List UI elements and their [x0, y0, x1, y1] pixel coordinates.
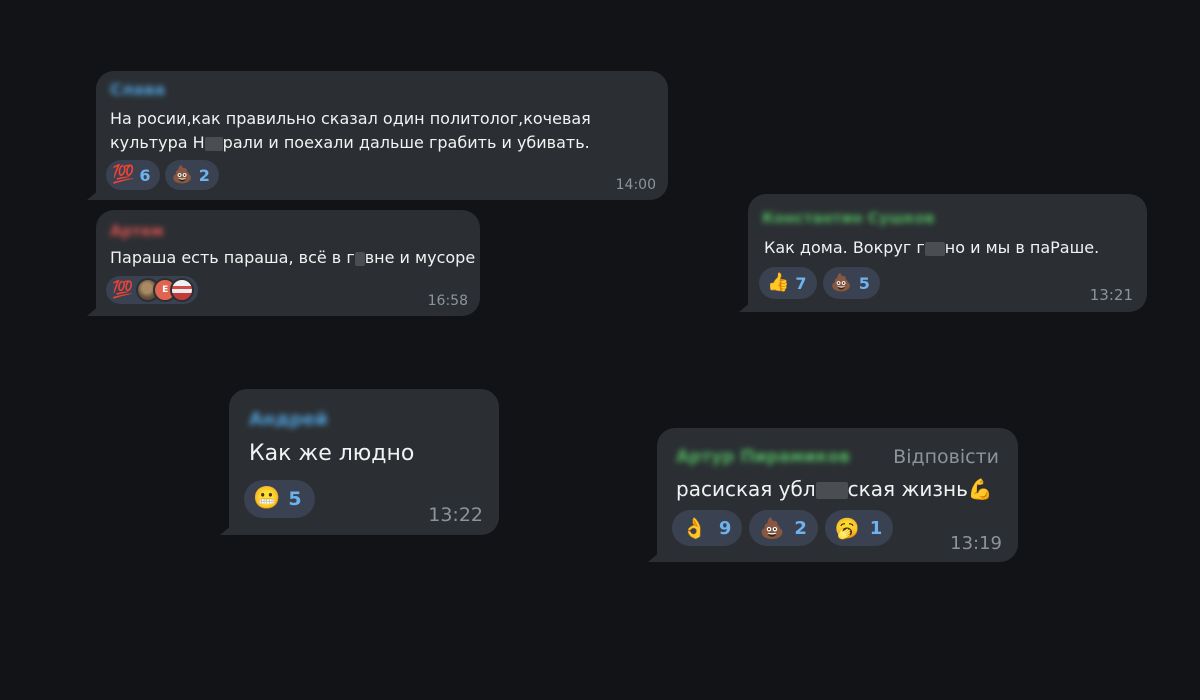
text-fragment: расиская убл [676, 477, 816, 501]
reaction-yawning[interactable]: 🥱 1 [824, 510, 894, 546]
reactions-bar: 💯 6 💩 2 [106, 160, 219, 190]
grimacing-face-icon: 😬 [253, 486, 281, 511]
reaction-count: 7 [795, 273, 807, 293]
message-text: Как же людно [249, 441, 415, 466]
bubble-tail [739, 302, 751, 312]
text-fragment: культура Н [110, 133, 205, 152]
message-time: 13:22 [428, 504, 483, 526]
reaction-hundred-with-avatars[interactable]: 💯 E [106, 276, 199, 304]
message-text: Как дома. Вокруг г но и мы в паРаше. [764, 238, 1099, 257]
reaction-hundred[interactable]: 💯 6 [106, 160, 160, 190]
pile-of-poo-icon: 💩 [759, 516, 785, 540]
pile-of-poo-icon: 💩 [830, 272, 852, 293]
bubble-tail [648, 552, 660, 562]
message-text: Параша есть параша, всё в г вне и мусоре [110, 248, 475, 267]
sender-name[interactable]: Слава [110, 80, 165, 99]
sender-name[interactable]: Артем [110, 222, 163, 240]
redaction-box [354, 251, 365, 266]
pile-of-poo-icon: 💩 [171, 164, 193, 185]
bubble-tail [87, 190, 99, 200]
reaction-count: 6 [139, 165, 151, 185]
bubble-tail [220, 525, 232, 535]
reactions-bar: 👌 9 💩 2 🥱 1 [672, 510, 894, 546]
text-fragment: Параша есть параша, всё в г [110, 248, 355, 267]
text-fragment: но и мы в паРаше. [944, 238, 1100, 257]
text-fragment: ская жизнь [847, 477, 968, 501]
message-bubble-slava[interactable]: Слава На росии,как правильно сказал один… [87, 71, 668, 200]
hundred-points-icon: 💯 [112, 164, 135, 185]
message-text: расиская убл ская жизнь💪 [676, 477, 993, 501]
reaction-poo[interactable]: 💩 2 [749, 510, 818, 546]
bubble-tail [87, 306, 99, 316]
redaction-box [204, 136, 223, 151]
thumbs-up-icon: 👍 [767, 272, 790, 293]
yawning-face-icon: 🥱 [834, 516, 860, 540]
message-bubble-andrey[interactable]: Андрей Как же людно 😬 5 13:22 [220, 389, 499, 535]
sender-name[interactable]: Константин Сушков [762, 209, 935, 227]
chat-screenshot-canvas: Слава На росии,как правильно сказал один… [0, 0, 1200, 700]
sender-name[interactable]: Артур Пирамиков [676, 447, 850, 467]
reaction-poo[interactable]: 💩 5 [822, 267, 880, 299]
message-text-line-2: культура Н рали и поехали дальше грабить … [110, 133, 590, 152]
reactions-bar: 😬 5 [244, 480, 315, 518]
message-bubble-artem[interactable]: Артем Параша есть параша, всё в г вне и м… [87, 210, 480, 316]
reactions-bar: 👍 7 💩 5 [759, 267, 880, 299]
reaction-count: 2 [794, 517, 807, 539]
redaction-box [924, 241, 945, 256]
ok-hand-icon: 👌 [682, 516, 707, 540]
reaction-count: 5 [288, 488, 302, 510]
reaction-grimacing[interactable]: 😬 5 [244, 480, 315, 518]
message-time: 16:58 [427, 293, 468, 309]
hundred-points-icon: 💯 [112, 279, 134, 300]
message-time: 14:00 [615, 177, 656, 193]
sender-name[interactable]: Андрей [249, 409, 328, 430]
reaction-poo[interactable]: 💩 2 [164, 160, 219, 190]
message-bubble-konstantin[interactable]: Константин Сушков Как дома. Вокруг г но и… [739, 194, 1147, 312]
reaction-thumbs-up[interactable]: 👍 7 [759, 267, 817, 299]
text-fragment: рали и поехали дальше грабить и убивать. [222, 133, 590, 152]
reaction-count: 1 [869, 517, 883, 539]
message-bubble-artur[interactable]: Артур Пирамиков Відповісти расиская убл с… [648, 428, 1018, 562]
message-time: 13:19 [950, 533, 1002, 554]
redaction-box [815, 482, 848, 499]
reaction-ok-hand[interactable]: 👌 9 [672, 510, 743, 546]
text-fragment: вне и мусоре [364, 248, 476, 267]
text-fragment: Как дома. Вокруг г [764, 238, 925, 257]
reaction-count: 9 [718, 517, 732, 539]
reactions-bar: 💯 E [106, 276, 199, 304]
reply-label[interactable]: Відповісти [893, 446, 999, 468]
message-text-line-1: На росии,как правильно сказал один полит… [110, 109, 591, 128]
flexed-biceps-icon: 💪 [967, 477, 993, 501]
avatar-letter: E [162, 285, 169, 295]
reaction-count: 2 [198, 165, 210, 185]
reactor-avatar-image [170, 278, 195, 302]
reaction-count: 5 [858, 273, 870, 293]
message-time: 13:21 [1089, 286, 1133, 304]
